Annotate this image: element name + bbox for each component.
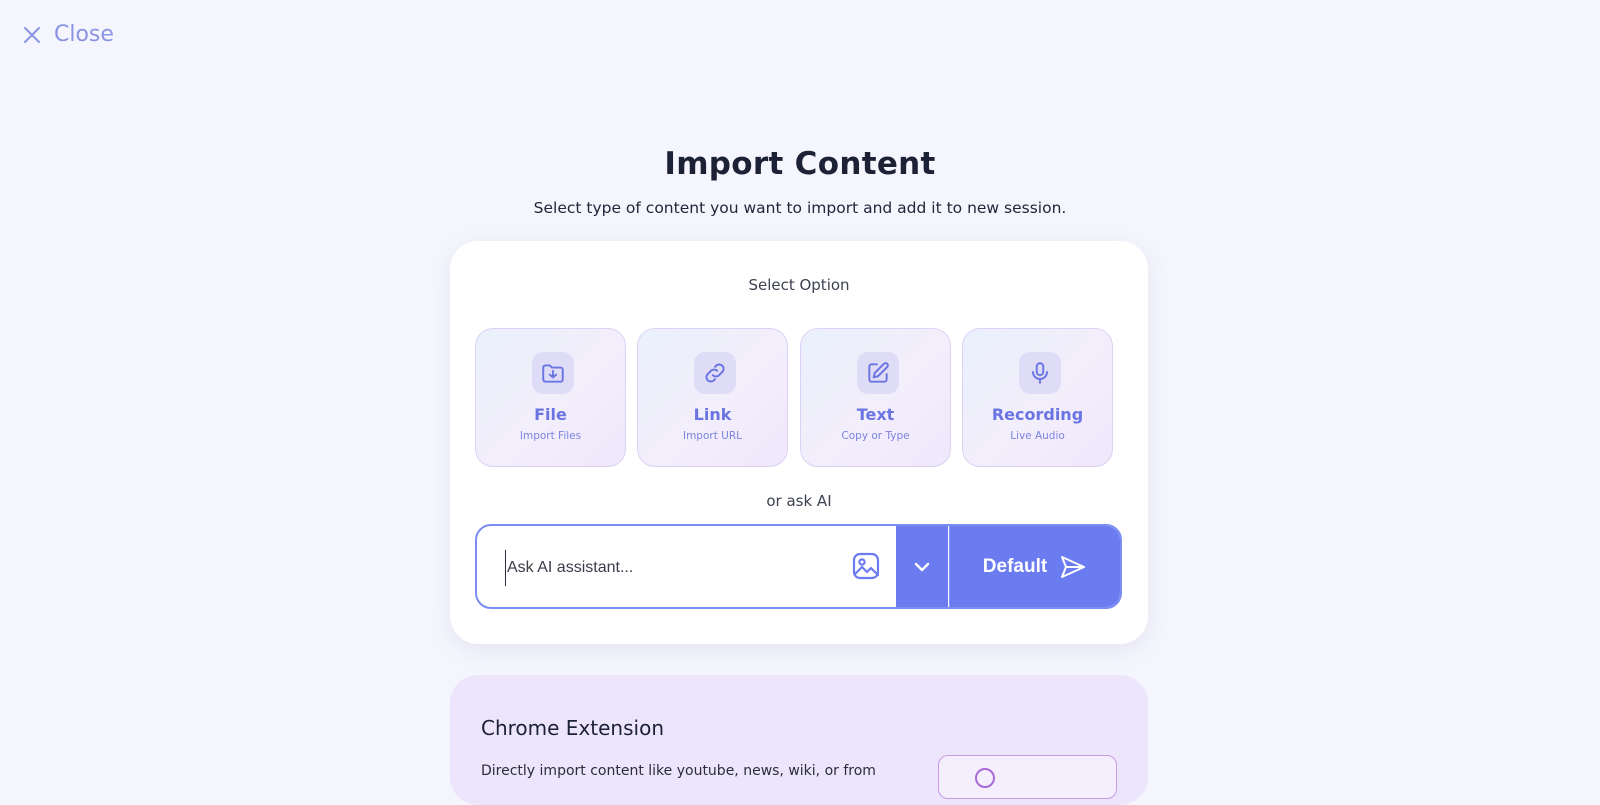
- select-option-label: Select Option: [748, 276, 850, 294]
- edit-icon: [868, 362, 889, 383]
- microphone-icon: [1031, 362, 1049, 384]
- chrome-extension-title: Chrome Extension: [481, 716, 664, 740]
- close-icon: [24, 26, 40, 43]
- image-upload-button[interactable]: [851, 551, 881, 581]
- ai-assistant-bar: Default: [475, 524, 1122, 609]
- option-link-name: Link: [693, 405, 732, 424]
- close-button[interactable]: Close: [22, 22, 114, 47]
- option-recording-name: Recording: [991, 405, 1084, 424]
- send-default-button[interactable]: Default: [949, 526, 1120, 607]
- model-dropdown-button[interactable]: [896, 526, 948, 607]
- send-button-label: Default: [982, 555, 1048, 577]
- chrome-icon: [975, 768, 995, 788]
- close-label: Close: [54, 22, 114, 47]
- option-link-sub: Import URL: [682, 430, 743, 442]
- option-text-name: Text: [856, 405, 895, 424]
- or-ask-ai-label: or ask AI: [766, 492, 832, 510]
- send-icon: [1061, 555, 1086, 578]
- image-icon: [852, 552, 880, 580]
- option-recording[interactable]: Recording Live Audio: [962, 328, 1113, 467]
- option-link[interactable]: Link Import URL: [637, 328, 788, 467]
- option-recording-sub: Live Audio: [1010, 430, 1065, 442]
- option-file-sub: Import Files: [519, 430, 582, 442]
- page-title: Import Content: [664, 146, 936, 182]
- chevron-down-icon: [914, 562, 930, 571]
- page-subtitle: Select type of content you want to impor…: [533, 199, 1067, 217]
- folder-download-icon: [542, 364, 564, 383]
- chrome-extension-card: Chrome Extension Directly import content…: [450, 675, 1148, 805]
- option-file[interactable]: File Import Files: [475, 328, 626, 467]
- chrome-extension-button[interactable]: [938, 755, 1117, 799]
- option-text[interactable]: Text Copy or Type: [800, 328, 951, 467]
- ai-assistant-input[interactable]: [505, 550, 839, 586]
- import-card: Select Option File Import Files Link Imp…: [450, 241, 1148, 644]
- link-icon: [705, 363, 725, 383]
- option-text-sub: Copy or Type: [841, 430, 910, 442]
- option-file-name: File: [534, 405, 567, 424]
- chrome-extension-description: Directly import content like youtube, ne…: [481, 763, 876, 779]
